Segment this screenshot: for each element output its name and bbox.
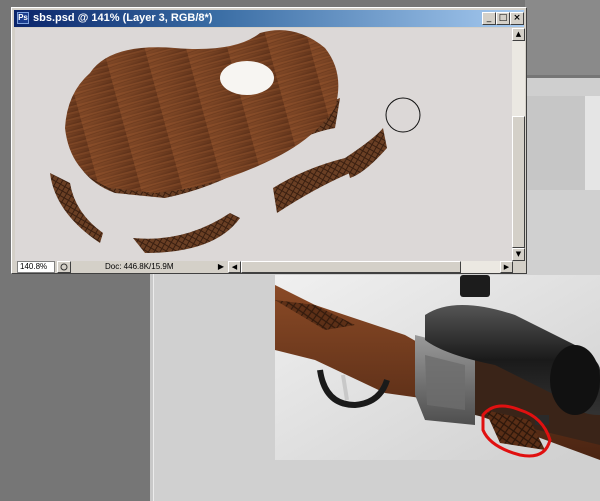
document-window: Ps sbs.psd @ 141% (Layer 3, RGB/8*) _ □ … [11, 7, 527, 274]
status-bar: 140.8% Doc: 446.8K/15.9M ▶ ◀ ▶ [15, 261, 525, 273]
workspace-panel-right-header [525, 78, 600, 96]
scroll-left-arrow-icon[interactable]: ◀ [228, 261, 241, 273]
rifle-photo [275, 275, 600, 460]
zoom-level-field[interactable]: 140.8% [17, 261, 55, 273]
scroll-right-arrow-icon[interactable]: ▶ [500, 261, 513, 273]
status-menu-arrow-icon[interactable]: ▶ [215, 261, 227, 273]
workspace-panel-top [525, 0, 600, 75]
document-size-info: Doc: 446.8K/15.9M [105, 262, 174, 271]
zoom-preview-button[interactable] [57, 261, 71, 273]
title-bar[interactable]: Ps sbs.psd @ 141% (Layer 3, RGB/8*) _ □ … [14, 10, 524, 27]
minimize-button[interactable]: _ [482, 12, 496, 25]
workspace-panel-strip [585, 96, 600, 193]
vertical-scroll-thumb[interactable] [512, 116, 525, 248]
scroll-down-arrow-icon[interactable]: ▼ [512, 248, 525, 261]
maximize-button[interactable]: □ [496, 12, 510, 25]
photoshop-document-icon: Ps [17, 12, 29, 24]
close-button[interactable]: × [510, 12, 524, 25]
horizontal-scroll-thumb[interactable] [241, 261, 461, 273]
window-title: sbs.psd @ 141% (Layer 3, RGB/8*) [33, 12, 213, 24]
scroll-up-arrow-icon[interactable]: ▲ [512, 28, 525, 41]
document-canvas[interactable] [15, 28, 512, 261]
vertical-scrollbar[interactable]: ▲ ▼ [512, 28, 525, 261]
